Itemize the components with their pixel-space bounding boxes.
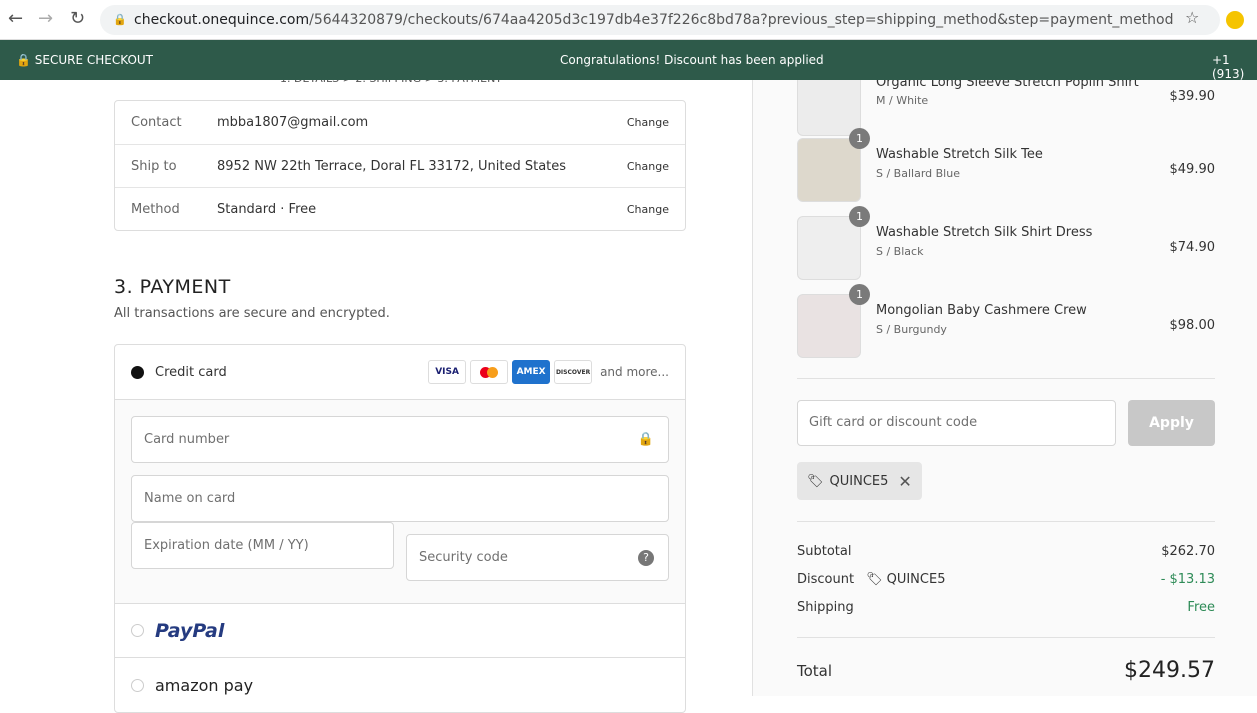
paypal-logo: PayPal xyxy=(155,619,225,642)
tag-icon: 🏷 xyxy=(866,572,883,587)
security-code-input[interactable]: Security code? xyxy=(406,534,669,581)
amex-icon: AMEX xyxy=(512,360,551,384)
apply-button[interactable]: Apply xyxy=(1128,400,1215,446)
divider xyxy=(797,521,1215,522)
name-on-card-input[interactable]: Name on card xyxy=(131,475,669,522)
radio-selected[interactable] xyxy=(131,365,144,379)
discount-message: Congratulations! Discount has been appli… xyxy=(560,53,824,67)
radio[interactable] xyxy=(131,624,144,637)
discount-code-input[interactable]: Gift card or discount code xyxy=(797,400,1116,446)
order-summary: Organic Long Sleeve Stretch Poplin Shirt… xyxy=(752,72,1257,696)
review-box: Contact mbba1807@gmail.com Change Ship to 8… xyxy=(114,100,686,231)
extension-icon[interactable] xyxy=(1226,11,1244,29)
divider xyxy=(797,378,1215,379)
change-link[interactable]: Change xyxy=(627,160,669,173)
cart-item: 1 Mongolian Baby Cashmere Crew S / Burgund… xyxy=(797,284,1215,358)
product-image xyxy=(797,294,861,358)
address-bar[interactable]: 🔒 checkout.onequince.com/5644320879/check… xyxy=(100,5,1220,35)
discover-icon: DISCOVER xyxy=(554,360,593,384)
and-more: and more... xyxy=(600,365,669,379)
forward-icon[interactable]: → xyxy=(38,8,53,29)
payment-title: 3. PAYMENT xyxy=(114,276,231,298)
total-row: Total $249.57 xyxy=(797,658,1215,683)
change-link[interactable]: Change xyxy=(627,203,669,216)
payment-subtitle: All transactions are secure and encrypte… xyxy=(114,306,390,321)
tag-icon: 🏷 xyxy=(807,473,824,489)
help-icon[interactable]: ? xyxy=(638,549,654,566)
visa-icon: VISA xyxy=(428,360,467,384)
radio[interactable] xyxy=(131,678,144,692)
lock-icon: 🔒 xyxy=(113,13,127,26)
amazon-pay-option[interactable]: amazon pay xyxy=(115,658,685,712)
browser-toolbar: ← → ↻ 🔒 checkout.onequince.com/5644320879… xyxy=(0,0,1257,40)
lock-icon: 🔒 xyxy=(16,53,31,67)
review-method: Method Standard · Free Change xyxy=(115,187,685,230)
product-image xyxy=(797,72,861,136)
star-icon[interactable]: ☆ xyxy=(1185,8,1199,27)
cart-item: 1 Washable Stretch Silk Tee S / Ballard Bl… xyxy=(797,128,1215,202)
secure-checkout: 🔒 SECURE CHECKOUT xyxy=(16,53,154,67)
subtotal-row: Subtotal $262.70 xyxy=(797,544,1215,559)
quantity-badge: 1 xyxy=(849,284,870,305)
payment-methods: Credit card VISA AMEX DISCOVER and more.… xyxy=(114,344,686,713)
back-icon[interactable]: ← xyxy=(8,8,23,29)
review-ship-to: Ship to 8952 NW 22th Terrace, Doral FL 33… xyxy=(115,144,685,187)
discount-row: Discount 🏷 QUINCE5- $13.13 xyxy=(797,572,1215,587)
discount-tag: 🏷 QUINCE5 ✕ xyxy=(797,462,922,500)
expiration-input[interactable]: Expiration date (MM / YY) xyxy=(131,522,394,569)
change-link[interactable]: Change xyxy=(627,116,669,129)
reload-icon[interactable]: ↻ xyxy=(70,8,85,29)
review-contact: Contact mbba1807@gmail.com Change xyxy=(131,115,669,130)
quantity-badge: 1 xyxy=(849,128,870,149)
paypal-option[interactable]: PayPal xyxy=(115,604,685,658)
remove-discount-icon[interactable]: ✕ xyxy=(898,472,911,491)
card-number-input[interactable]: Card number 🔒 xyxy=(131,416,669,463)
top-banner: 🔒 SECURE CHECKOUT Congratulations! Disco… xyxy=(0,40,1257,81)
product-image xyxy=(797,216,861,280)
phone[interactable]: +1 (913) xyxy=(1212,53,1257,81)
mastercard-icon xyxy=(470,360,509,384)
amazon-pay-logo: amazon pay xyxy=(155,675,254,695)
credit-card-option[interactable]: Credit card VISA AMEX DISCOVER and more.… xyxy=(115,345,685,399)
cart-item: 1 Washable Stretch Silk Shirt Dress S / Bl… xyxy=(797,206,1215,280)
divider xyxy=(797,637,1215,638)
shipping-row: Shipping Free xyxy=(797,600,1215,615)
cart-item: Organic Long Sleeve Stretch Poplin Shirt… xyxy=(797,72,1215,136)
quantity-badge: 1 xyxy=(849,206,870,227)
lock-icon: 🔒 xyxy=(637,432,654,447)
product-image xyxy=(797,138,861,202)
